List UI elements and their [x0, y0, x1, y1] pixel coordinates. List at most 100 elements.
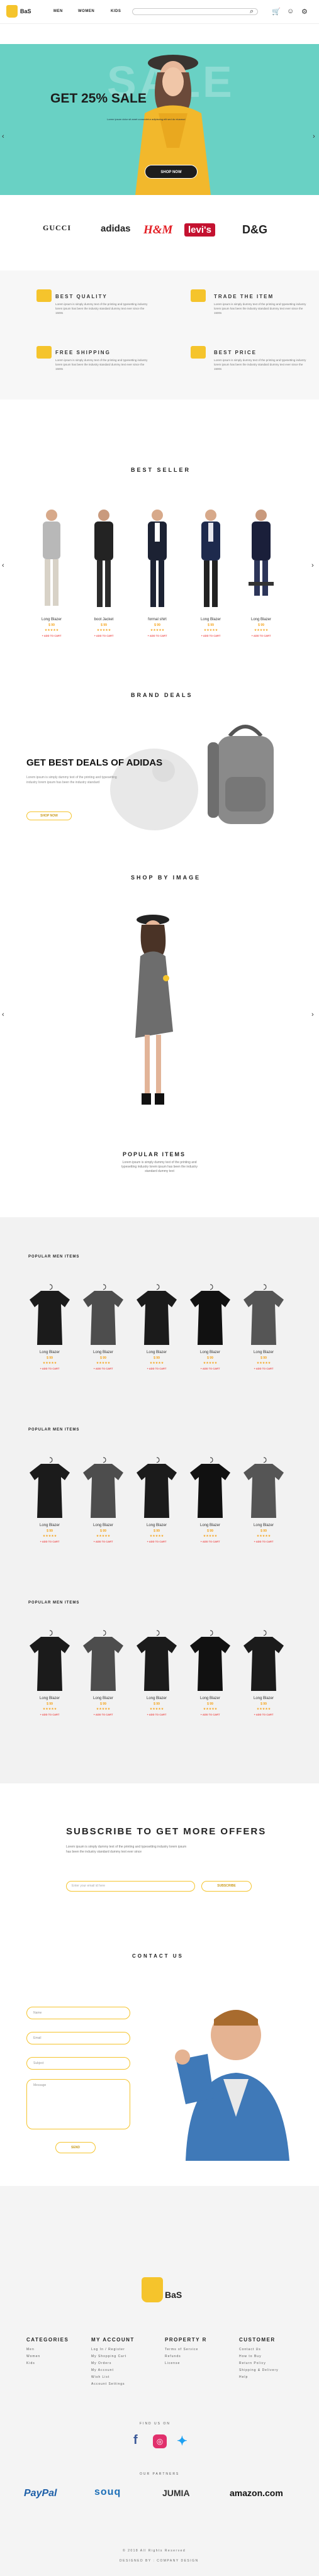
- add-to-cart-button[interactable]: + ADD TO CART: [81, 1540, 125, 1543]
- footer-link[interactable]: Account Settings: [91, 2382, 125, 2386]
- product-image[interactable]: [28, 1283, 71, 1346]
- product-name[interactable]: formal shirt: [135, 618, 179, 622]
- add-to-cart-button[interactable]: + ADD TO CART: [189, 634, 233, 637]
- partner-jumia[interactable]: JUMIA: [162, 2488, 190, 2498]
- nav-women[interactable]: WOMEN: [78, 9, 94, 13]
- product-name[interactable]: Long Blazer: [189, 618, 233, 622]
- add-to-cart-button[interactable]: + ADD TO CART: [188, 1540, 232, 1543]
- product-image[interactable]: [189, 1283, 232, 1346]
- contact-message-input[interactable]: Message: [26, 2079, 130, 2129]
- shop-image-prev-arrow-icon[interactable]: ‹: [2, 1011, 4, 1018]
- product-image[interactable]: [135, 1456, 178, 1519]
- footer-link[interactable]: Contact Us: [239, 2348, 261, 2351]
- footer-link[interactable]: License: [165, 2361, 180, 2365]
- subscribe-email-input[interactable]: Enter your email id here: [66, 1881, 195, 1892]
- add-to-cart-button[interactable]: + ADD TO CART: [242, 1540, 286, 1543]
- add-to-cart-button[interactable]: + ADD TO CART: [28, 1713, 72, 1716]
- product-image[interactable]: [36, 506, 67, 612]
- product-image[interactable]: [142, 506, 172, 612]
- product-image[interactable]: [82, 1283, 125, 1346]
- add-to-cart-button[interactable]: + ADD TO CART: [82, 634, 126, 637]
- shop-now-button[interactable]: SHOP NOW: [145, 165, 198, 179]
- shop-image-next-arrow-icon[interactable]: ›: [311, 1011, 314, 1018]
- product-image[interactable]: [82, 1456, 125, 1519]
- product-name[interactable]: Long Blazer: [188, 1697, 232, 1700]
- footer-logo-text[interactable]: BaS: [165, 2290, 182, 2300]
- product-name[interactable]: Long Blazer: [239, 618, 283, 622]
- add-to-cart-button[interactable]: + ADD TO CART: [81, 1713, 125, 1716]
- product-image[interactable]: [189, 1456, 232, 1519]
- user-icon[interactable]: ☺: [287, 8, 294, 15]
- hero-next-arrow-icon[interactable]: ›: [313, 133, 315, 140]
- add-to-cart-button[interactable]: + ADD TO CART: [135, 1540, 179, 1543]
- subscribe-button[interactable]: SUBSCRIBE: [201, 1881, 252, 1892]
- product-name[interactable]: Long Blazer: [81, 1697, 125, 1700]
- footer-link[interactable]: Help: [239, 2375, 248, 2379]
- settings-icon[interactable]: ⚙: [301, 8, 308, 16]
- product-name[interactable]: Long Blazer: [81, 1351, 125, 1354]
- footer-link[interactable]: Women: [26, 2355, 40, 2358]
- product-name[interactable]: Long Blazer: [81, 1524, 125, 1527]
- footer-link[interactable]: Log In / Register: [91, 2348, 125, 2351]
- twitter-icon[interactable]: ✦: [177, 2433, 187, 2449]
- footer-link[interactable]: Kids: [26, 2361, 35, 2365]
- footer-link[interactable]: Terms of Service: [165, 2348, 198, 2351]
- footer-link[interactable]: My Shopping Cart: [91, 2355, 126, 2358]
- product-image[interactable]: [242, 1456, 285, 1519]
- add-to-cart-button[interactable]: + ADD TO CART: [135, 634, 179, 637]
- footer-link[interactable]: How to Buy: [239, 2355, 262, 2358]
- nav-kids[interactable]: KIDS: [111, 9, 121, 13]
- cart-icon[interactable]: 🛒: [272, 8, 281, 16]
- product-name[interactable]: Long Blazer: [188, 1524, 232, 1527]
- hero-prev-arrow-icon[interactable]: ‹: [2, 133, 4, 140]
- add-to-cart-button[interactable]: + ADD TO CART: [28, 1367, 72, 1370]
- product-name[interactable]: Long Blazer: [28, 1351, 72, 1354]
- product-image[interactable]: [135, 1629, 178, 1692]
- add-to-cart-button[interactable]: + ADD TO CART: [28, 1540, 72, 1543]
- product-image[interactable]: [89, 506, 119, 612]
- product-name[interactable]: boot Jacket: [82, 618, 126, 622]
- add-to-cart-button[interactable]: + ADD TO CART: [239, 634, 283, 637]
- product-name[interactable]: Long Blazer: [135, 1697, 179, 1700]
- product-image[interactable]: [242, 1283, 285, 1346]
- add-to-cart-button[interactable]: + ADD TO CART: [242, 1713, 286, 1716]
- footer-link[interactable]: Return Policy: [239, 2361, 266, 2365]
- product-name[interactable]: Long Blazer: [135, 1351, 179, 1354]
- nav-men[interactable]: MEN: [53, 9, 63, 13]
- add-to-cart-button[interactable]: + ADD TO CART: [135, 1367, 179, 1370]
- contact-send-button[interactable]: SEND: [55, 2142, 96, 2153]
- logo-bag-icon[interactable]: [6, 5, 18, 18]
- brand-adidas[interactable]: adidas: [101, 223, 131, 234]
- product-image[interactable]: [135, 1283, 178, 1346]
- bestseller-prev-arrow-icon[interactable]: ‹: [2, 562, 4, 569]
- product-name[interactable]: Long Blazer: [135, 1524, 179, 1527]
- partner-souq[interactable]: souq: [94, 2487, 121, 2498]
- bestseller-next-arrow-icon[interactable]: ›: [311, 562, 314, 569]
- add-to-cart-button[interactable]: + ADD TO CART: [188, 1713, 232, 1716]
- product-name[interactable]: Long Blazer: [242, 1524, 286, 1527]
- product-name[interactable]: Long Blazer: [30, 618, 74, 622]
- add-to-cart-button[interactable]: + ADD TO CART: [135, 1713, 179, 1716]
- search-input[interactable]: [132, 8, 258, 15]
- product-image[interactable]: [28, 1629, 71, 1692]
- product-image[interactable]: [189, 1629, 232, 1692]
- partner-paypal[interactable]: PayPal: [24, 2488, 57, 2499]
- contact-name-input[interactable]: Name: [26, 2007, 130, 2019]
- product-name[interactable]: Long Blazer: [188, 1351, 232, 1354]
- product-image[interactable]: [28, 1456, 71, 1519]
- facebook-icon[interactable]: f: [133, 2433, 138, 2448]
- product-name[interactable]: Long Blazer: [242, 1697, 286, 1700]
- contact-email-input[interactable]: Email: [26, 2032, 130, 2044]
- brand-hm[interactable]: H&M: [143, 223, 172, 237]
- footer-link[interactable]: My Orders: [91, 2361, 111, 2365]
- footer-link[interactable]: Shipping & Delivery: [239, 2368, 279, 2372]
- add-to-cart-button[interactable]: + ADD TO CART: [30, 634, 74, 637]
- product-name[interactable]: Long Blazer: [28, 1697, 72, 1700]
- brand-dg[interactable]: D&G: [242, 223, 267, 237]
- product-image[interactable]: [246, 506, 276, 612]
- add-to-cart-button[interactable]: + ADD TO CART: [81, 1367, 125, 1370]
- instagram-icon[interactable]: ◎: [153, 2434, 167, 2448]
- shop-image-model[interactable]: [123, 906, 186, 1110]
- product-image[interactable]: [82, 1629, 125, 1692]
- add-to-cart-button[interactable]: + ADD TO CART: [188, 1367, 232, 1370]
